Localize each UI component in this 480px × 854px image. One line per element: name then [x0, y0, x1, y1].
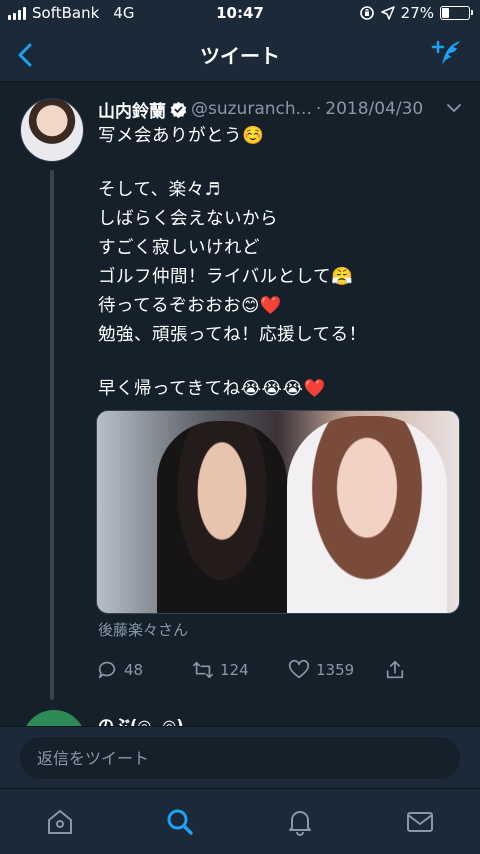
meta-separator: ·	[315, 99, 322, 119]
tweet-line: しばらく会えないから	[98, 209, 278, 229]
tweet-text: 写メ会ありがとう☺️ そして、楽々♬ しばらく会えないから すごく寂しいけれど …	[98, 124, 464, 406]
tweet-line: すごく寂しいけれど	[98, 238, 260, 258]
tweet-menu-button[interactable]	[446, 100, 462, 116]
tab-home[interactable]	[45, 807, 75, 837]
mail-icon	[407, 812, 433, 832]
page-title: ツイート	[200, 44, 280, 68]
tweet-line: そして、楽々♬	[98, 180, 221, 200]
tab-search[interactable]	[165, 807, 195, 837]
heart-icon	[288, 659, 310, 679]
tweet-line: 勉強、頑張ってね！応援してる！	[98, 325, 367, 345]
like-count: 1359	[316, 661, 355, 679]
thread-line	[50, 170, 54, 700]
tweet-line: 待ってるぞおおお😊❤️	[98, 296, 283, 316]
status-right: 27%	[359, 4, 473, 22]
retweet-icon	[193, 661, 213, 679]
home-icon	[48, 810, 72, 834]
tweet-photo[interactable]	[96, 410, 460, 614]
rotation-lock-icon	[359, 6, 374, 20]
reply-bar	[0, 726, 480, 788]
battery-icon	[440, 6, 473, 20]
battery-percent: 27%	[400, 4, 434, 22]
photo-tag[interactable]: 後藤楽々さん	[98, 619, 188, 640]
verified-badge-icon	[170, 101, 187, 118]
retweet-count: 124	[220, 661, 249, 679]
share-button[interactable]	[384, 656, 406, 684]
chevron-down-icon	[447, 104, 461, 112]
status-bar: SoftBank 4G 10:47 27%	[0, 0, 480, 28]
share-icon	[386, 660, 404, 679]
reply-count: 48	[124, 661, 144, 679]
reply-button[interactable]: 48	[96, 656, 143, 684]
compose-tweet-icon	[431, 40, 460, 66]
photo-person-right	[287, 416, 447, 613]
tweet-line: 早く帰ってきてね😭😭😭❤️	[98, 379, 326, 399]
bottom-tab-bar	[0, 788, 480, 854]
author-name[interactable]: 山内鈴蘭	[98, 97, 166, 122]
tweet-header: 山内鈴蘭 @suzuranch... · 2018/04/30	[98, 96, 466, 122]
bell-icon	[289, 811, 311, 836]
battery-fill	[442, 8, 450, 18]
tweet-date: 2018/04/30	[325, 99, 424, 119]
compose-button[interactable]	[430, 38, 464, 72]
reply-input[interactable]	[20, 737, 460, 779]
retweet-button[interactable]: 124	[192, 656, 249, 684]
reply-icon	[98, 661, 116, 679]
top-bar: ツイート	[0, 28, 480, 82]
tweet-line: ゴルフ仲間！ライバルとして😤	[98, 267, 354, 287]
like-button[interactable]: 1359	[288, 656, 354, 684]
tweet-line: 写メ会ありがとう☺️	[98, 126, 265, 146]
author-handle[interactable]: @suzuranch...	[191, 99, 312, 119]
location-icon	[380, 6, 395, 20]
tab-messages[interactable]	[405, 807, 435, 837]
author-avatar[interactable]	[20, 98, 84, 162]
tweet-actions: 48 124 1359	[96, 656, 426, 684]
tab-notifications[interactable]	[285, 807, 315, 837]
search-icon	[167, 809, 193, 835]
photo-person-left	[157, 421, 287, 613]
